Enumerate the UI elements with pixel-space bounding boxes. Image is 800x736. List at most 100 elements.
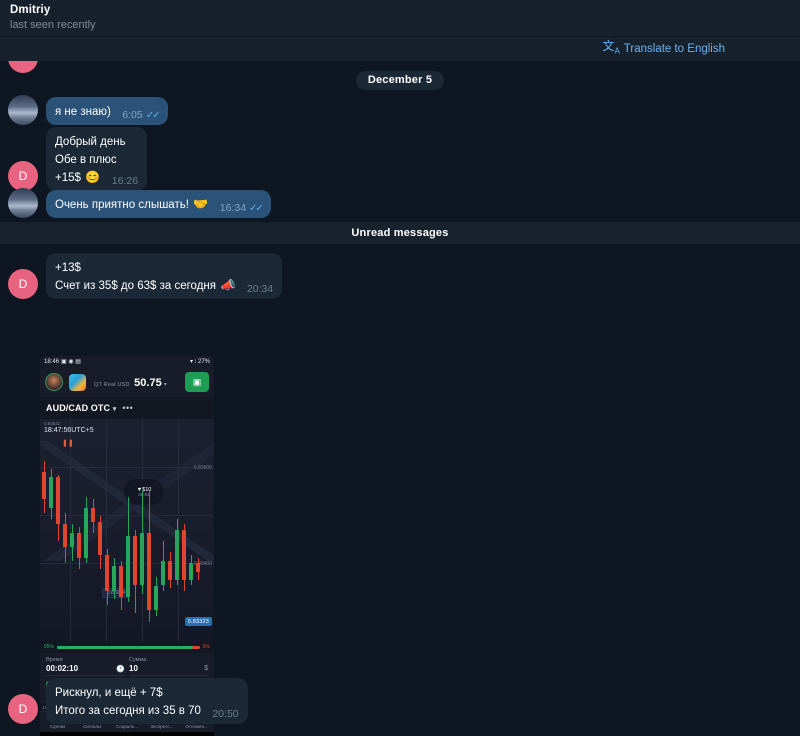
deposit-button[interactable]: ▣	[185, 372, 209, 392]
candle	[154, 419, 158, 641]
candle	[168, 419, 172, 641]
message-time: 20:34	[246, 283, 274, 295]
message-list[interactable]: December 5 я не знаю) 6:05 ✓✓ D Добрый д…	[0, 61, 800, 736]
chevron-down-icon: ▾	[112, 406, 117, 413]
tab-label: Сделки	[49, 723, 66, 729]
message-bubble[interactable]: я не знаю) 6:05 ✓✓	[46, 97, 168, 125]
message-row[interactable]: D Рискнул, и ещё + 7$ Итого за сегодня и…	[8, 678, 248, 724]
chat-status: last seen recently	[10, 19, 96, 31]
phone-status-bar: 18:46 ▣ ◉ ▤ ▾ ⦙ 27%	[40, 356, 214, 367]
translate-icon: 文A	[602, 39, 620, 56]
account-balance[interactable]: QT Real USD 50.75 ▾	[94, 374, 167, 391]
tab-label: Социаль...	[115, 723, 139, 729]
message-meta: 6:05 ✓✓	[122, 109, 161, 121]
tab-label: Экспресс...	[150, 723, 174, 729]
time-field-label: Время	[46, 657, 63, 663]
message-text: +13$ Счет из 35$ до 63$ за сегодня	[55, 262, 216, 292]
candle	[98, 419, 102, 641]
message-bubble[interactable]: Добрый день Обе в плюс +15$ 😊 16:26	[46, 127, 148, 191]
message-row[interactable]: D Добрый день Обе в плюс +15$ 😊 16:26	[8, 127, 148, 191]
balance-value: 50.75	[134, 376, 162, 389]
date-divider: December 5	[0, 71, 800, 90]
candle	[63, 419, 67, 641]
amount-field-value: 10	[129, 664, 138, 673]
translate-to-english-button[interactable]: 文A Translate to English	[0, 36, 800, 61]
message-time: 20:50	[212, 708, 239, 720]
candle	[126, 419, 130, 641]
message-meta: 16:34 ✓✓	[220, 202, 264, 214]
asset-selector-bar: AUD/CAD OTC ▾ •••	[40, 397, 214, 419]
avatar[interactable]: D	[8, 269, 38, 299]
candle	[84, 419, 88, 641]
time-field-value: 00:02:10	[46, 664, 79, 673]
unread-messages-divider: Unread messages	[0, 222, 800, 244]
clock-icon[interactable]: 🕐	[116, 665, 125, 673]
asset-selector[interactable]: AUD/CAD OTC ▾	[46, 403, 116, 413]
message-bubble[interactable]: +13$ Счет из 35$ до 63$ за сегодня 📣 20:…	[46, 253, 283, 299]
battery-label: 27%	[197, 358, 210, 365]
trade-fields: Время 00:02:10 🕐 Сумма 10 $	[46, 657, 208, 676]
candle	[56, 419, 60, 641]
candle	[175, 419, 179, 641]
candlestick-chart[interactable]: 0.83542 18:47:56UTC+5 ❚❚ 0.83500 0.83400…	[40, 419, 214, 641]
profile-avatar[interactable]	[45, 373, 63, 391]
message-meta: 20:34	[247, 283, 273, 295]
chevron-down-icon[interactable]: ▾	[164, 382, 167, 388]
message-text: я не знаю)	[55, 106, 111, 118]
dollar-icon[interactable]: $	[204, 665, 208, 672]
avatar[interactable]: D	[8, 161, 38, 191]
candle	[133, 419, 137, 641]
asset-name: AUD/CAD OTC	[46, 403, 111, 413]
message-meta: 16:26	[112, 175, 138, 187]
message-emoji: 📣	[220, 278, 236, 292]
amount-field-row: 10 $	[129, 664, 208, 676]
translate-button-inner: 文A Translate to English	[602, 40, 725, 57]
status-bar-left: 18:46 ▣ ◉ ▤	[44, 358, 81, 366]
candle	[91, 419, 95, 641]
message-row[interactable]: я не знаю) 6:05 ✓✓	[8, 95, 168, 125]
candle	[161, 419, 165, 641]
message-bubble[interactable]: Очень приятно слышать! 🤝 16:34 ✓✓	[46, 190, 271, 218]
candle	[105, 419, 109, 641]
candle	[112, 419, 116, 641]
tab-label: Сигналы	[83, 723, 102, 729]
candle	[196, 419, 200, 641]
sentiment-fill	[57, 645, 193, 649]
message-meta: 20:50	[212, 708, 238, 720]
unread-messages-label: Unread messages	[351, 227, 449, 239]
message-text: Рискнул, и ещё + 7$ Итого за сегодня из …	[55, 687, 201, 717]
avatar[interactable]: D	[8, 694, 38, 724]
message-row[interactable]: Очень приятно слышать! 🤝 16:34 ✓✓	[8, 188, 271, 218]
android-nav-bar[interactable]: |||◯‹	[40, 732, 214, 736]
more-options-icon[interactable]: •••	[122, 403, 133, 413]
read-receipt-icon: ✓✓	[249, 202, 264, 214]
chat-header[interactable]: Dmitriy last seen recently	[0, 0, 800, 36]
avatar[interactable]	[8, 95, 38, 125]
message-text: Очень приятно слышать!	[55, 199, 189, 211]
candle	[119, 419, 123, 641]
message-bubble[interactable]: Рискнул, и ещё + 7$ Итого за сегодня из …	[46, 678, 248, 724]
amount-field-label: Сумма	[129, 657, 147, 663]
trading-app-bar: QT Real USD 50.75 ▾ ▣	[40, 367, 214, 397]
read-receipt-icon: ✓✓	[145, 109, 161, 121]
amount-field[interactable]: Сумма 10 $	[129, 657, 208, 676]
message-time: 16:26	[111, 175, 139, 187]
candle	[147, 419, 151, 641]
candle	[77, 419, 81, 641]
time-field[interactable]: Время 00:02:10 🕐	[46, 657, 125, 676]
message-row[interactable]: D +13$ Счет из 35$ до 63$ за сегодня 📣 2…	[8, 253, 283, 299]
candle	[70, 419, 74, 641]
page-title: Dmitriy	[10, 4, 51, 16]
sentiment-up-label: 95%	[44, 644, 55, 650]
account-type-label: QT Real USD	[94, 381, 130, 388]
trade-marker[interactable]: ▼$10 00:91	[124, 479, 164, 505]
app-icon[interactable]	[69, 373, 86, 391]
avatar[interactable]	[8, 188, 38, 218]
translate-label: Translate to English	[623, 42, 725, 55]
candle	[189, 419, 193, 641]
sentiment-bar: 95% 5%	[40, 641, 214, 653]
sentiment-track	[57, 645, 200, 649]
message-emoji: 😊	[85, 170, 101, 184]
status-time: 18:46	[44, 358, 60, 365]
message-time: 6:05	[122, 109, 143, 121]
